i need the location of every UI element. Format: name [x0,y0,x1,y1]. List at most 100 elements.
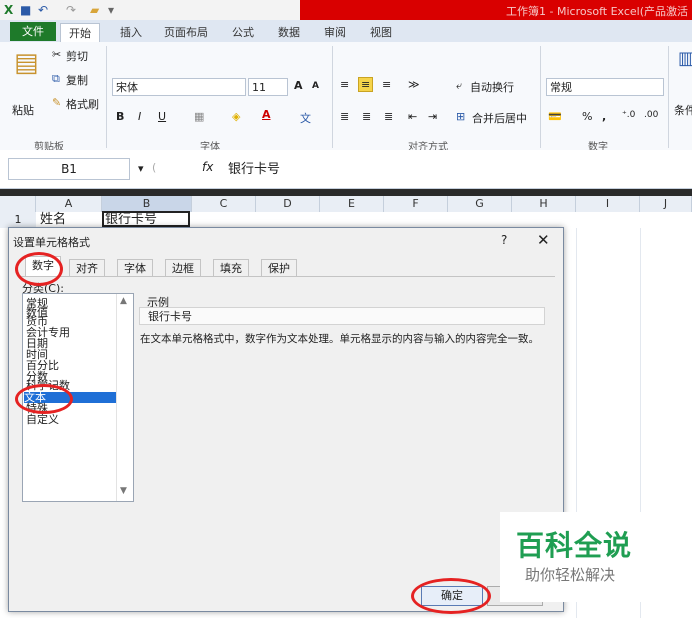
watermark-title: 百科全说 [516,529,633,562]
shrink-font-icon[interactable]: A [312,81,319,91]
divider [332,46,333,148]
tab-home[interactable]: 开始 [60,23,100,43]
italic-icon[interactable]: I [138,110,141,123]
undo-icon[interactable]: ↶ [38,2,48,18]
column-header-e[interactable]: E [320,196,384,212]
tab-alignment[interactable]: 对齐 [69,259,105,277]
column-header-a[interactable]: A [36,196,102,212]
cut-button[interactable]: 剪切 [66,48,88,64]
orientation-icon[interactable]: ≫ [408,78,420,91]
sample-group: 示例 银行卡号 [139,294,547,325]
conditional-format-label[interactable]: 条件 [674,102,692,118]
category-scrollbar[interactable]: ▲ ▼ [116,294,133,501]
watermark: 百科全说 助你轻松解决 [500,512,666,602]
highlight-ring-text [15,384,73,414]
dialog-title: 设置单元格格式 [13,236,90,249]
tab-font[interactable]: 字体 [117,259,153,277]
fx-icon[interactable]: fx [202,160,213,174]
copy-button[interactable]: 复制 [66,72,88,88]
name-box[interactable]: B1 [8,158,130,180]
highlight-ring-ok [411,578,491,614]
paste-icon[interactable]: ▤ [14,48,39,78]
merge-icon: ⊞ [456,110,466,123]
redo-icon[interactable]: ↷ [66,2,76,18]
comma-button[interactable]: , [602,110,606,123]
phonetic-icon[interactable]: 文 [300,110,311,126]
tab-view[interactable]: 视图 [362,23,400,42]
save-icon[interactable]: ■ [20,2,31,18]
ribbon: ▤ 粘贴 ✂ 剪切 ⧉ 复制 ✎ 格式刷 剪贴板 宋体 11 A A B I U… [0,42,692,153]
watermark-subtitle: 助你轻松解决 [525,566,616,584]
format-cells-dialog: 设置单元格格式 ? ✕ 数字 对齐 字体 边框 填充 保护 分类(C): 常规 … [8,227,564,614]
increase-indent-icon[interactable]: ⇥ [428,110,437,123]
align-top-icon[interactable]: ≡ [340,78,349,91]
wrap-text-button[interactable]: 自动换行 [470,79,514,95]
category-custom[interactable]: 自定义 [26,414,59,425]
underline-icon[interactable]: U [158,110,166,123]
decrease-indent-icon[interactable]: ⇤ [408,110,417,123]
font-size-combo[interactable]: 11 [248,78,288,96]
copy-icon: ⧉ [52,72,60,85]
tab-border[interactable]: 边框 [165,259,201,277]
wrap-text-icon: ⤶ [456,79,463,92]
font-name-combo[interactable]: 宋体 [112,78,246,96]
formula-input[interactable]: 银行卡号 [228,158,280,177]
sample-value: 银行卡号 [139,307,545,325]
align-center-icon[interactable]: ≣ [362,110,371,123]
align-left-icon[interactable]: ≣ [340,110,349,123]
merge-center-button[interactable]: 合并后居中 [472,110,527,126]
customize-qat-icon[interactable]: ▾ [108,2,114,18]
tab-data[interactable]: 数据 [270,23,308,42]
column-header-j[interactable]: J [640,196,692,212]
column-header-b[interactable]: B [102,196,192,212]
currency-icon[interactable]: 💳 [548,110,562,123]
tab-file[interactable]: 文件 [10,22,56,41]
fill-color-icon[interactable]: ◈ [232,110,240,123]
cell-b1[interactable]: 银行卡号 [102,211,190,227]
select-all-corner[interactable] [0,196,36,212]
tab-insert[interactable]: 插入 [112,23,150,42]
format-painter-button[interactable]: 格式刷 [66,96,99,112]
decrease-decimal-icon[interactable]: .00 [644,110,658,120]
tab-page-layout[interactable]: 页面布局 [156,23,216,42]
close-button[interactable]: ✕ [537,231,550,249]
open-folder-icon[interactable]: ▰ [90,2,99,18]
cell-a1[interactable]: 姓名 [40,212,66,228]
number-format-combo[interactable]: 常规 [546,78,664,96]
column-header-i[interactable]: I [576,196,640,212]
border-icon[interactable]: ▦ [194,110,204,123]
divider [106,46,107,148]
ribbon-tabs: 文件 开始 插入 页面布局 公式 数据 审阅 视图 [0,20,692,43]
font-color-icon[interactable]: A [262,108,271,121]
help-button[interactable]: ? [501,233,507,247]
formula-cancel-icon[interactable]: ( [152,161,156,174]
align-bottom-icon[interactable]: ≡ [382,78,391,91]
column-header-h[interactable]: H [512,196,576,212]
tab-review[interactable]: 审阅 [316,23,354,42]
conditional-format-icon[interactable]: ▥ [678,48,692,69]
window-title: 工作簿1 - Microsoft Excel(产品激活 [506,5,688,18]
name-box-dropdown-icon[interactable]: ▾ [138,162,144,175]
scissors-icon: ✂ [52,48,62,61]
column-header-f[interactable]: F [384,196,448,212]
format-description: 在文本单元格格式中，数字作为文本处理。单元格显示的内容与输入的内容完全一致。 [140,333,539,345]
grow-font-icon[interactable]: A [294,79,303,92]
align-right-icon[interactable]: ≣ [384,110,393,123]
increase-decimal-icon[interactable]: ⁺.0 [622,110,635,120]
bold-icon[interactable]: B [116,110,124,123]
scroll-down-icon[interactable]: ▼ [120,486,127,496]
row-header-1[interactable]: 1 [0,212,36,228]
column-header-g[interactable]: G [448,196,512,212]
tab-protection[interactable]: 保护 [261,259,297,277]
scroll-up-icon[interactable]: ▲ [120,296,127,306]
brush-icon: ✎ [52,96,62,109]
tab-fill[interactable]: 填充 [213,259,249,277]
column-header-d[interactable]: D [256,196,320,212]
tab-divider [19,276,555,277]
tab-formulas[interactable]: 公式 [224,23,262,42]
paste-button[interactable]: 粘贴 [12,102,34,118]
align-middle-icon[interactable]: ≡ [358,77,374,92]
title-bar: X ■ ↶ ↷ ▰ ▾ 工作簿1 - Microsoft Excel(产品激活 [0,0,692,20]
percent-button[interactable]: % [582,110,592,123]
column-header-c[interactable]: C [192,196,256,212]
